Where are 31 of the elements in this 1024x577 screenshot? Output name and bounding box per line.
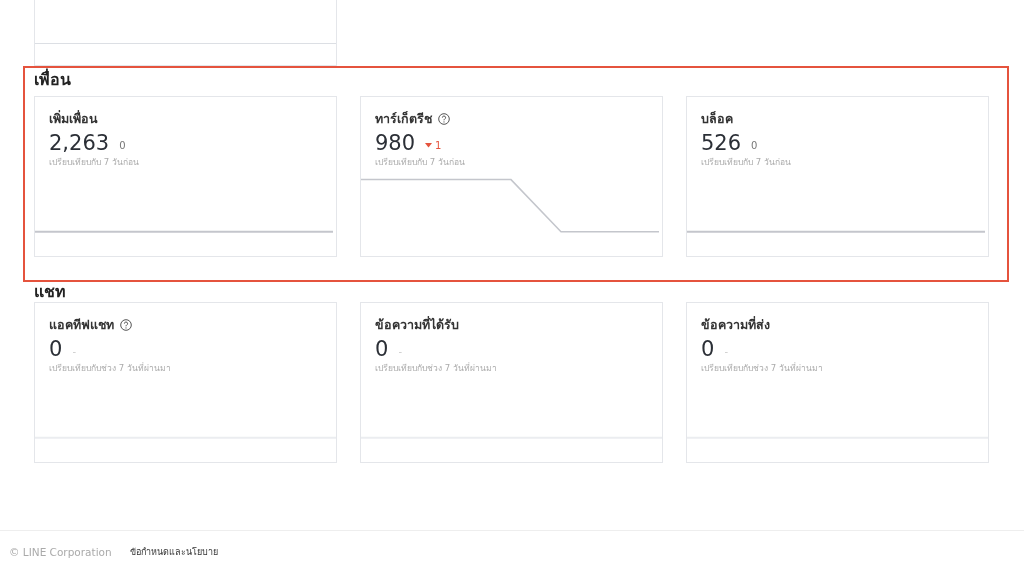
metric-value: 526 xyxy=(701,131,742,155)
comparison-note: เปรียบเทียบกับช่วง 7 วันที่ผ่านมา xyxy=(375,362,498,374)
help-icon[interactable] xyxy=(438,113,450,125)
change-value: 1 xyxy=(435,138,442,153)
comparison-note: เปรียบเทียบกับช่วง 7 วันที่ผ่านมา xyxy=(701,362,824,374)
copyright-text: © LINE Corporation xyxy=(9,545,112,560)
metric-value: 2,263 xyxy=(49,131,110,155)
metric-title: ข้อความที่ส่ง xyxy=(701,317,770,333)
metric-value: 0 xyxy=(701,337,715,361)
comparison-note: เปรียบเทียบกับ 7 วันก่อน xyxy=(49,156,140,168)
metric-title: แอคทีฟแชท xyxy=(49,317,114,333)
change-value: 0 xyxy=(751,138,758,153)
terms-link[interactable]: ข้อกำหนดและนโยบาย xyxy=(129,546,218,560)
metric-value: 0 xyxy=(49,337,63,361)
change-value: - xyxy=(724,344,728,359)
metric-title: บล็อค xyxy=(701,111,733,127)
comparison-note: เปรียบเทียบกับ 7 วันก่อน xyxy=(375,156,466,168)
change-value: 0 xyxy=(119,138,126,153)
section-heading: แชท xyxy=(34,283,67,301)
down-caret-icon xyxy=(425,142,433,148)
section-heading: เพื่อน xyxy=(34,69,72,91)
change-value: - xyxy=(72,344,76,359)
help-icon[interactable] xyxy=(120,319,132,331)
comparison-note: เปรียบเทียบกับ 7 วันก่อน xyxy=(701,156,792,168)
metric-value: 980 xyxy=(375,131,416,155)
change-value: - xyxy=(398,344,402,359)
metric-title: เพิ่มเพื่อน xyxy=(49,111,98,127)
metric-title: ทาร์เก็ตรีช xyxy=(375,111,432,127)
metric-value: 0 xyxy=(375,337,389,361)
comparison-note: เปรียบเทียบกับช่วง 7 วันที่ผ่านมา xyxy=(49,362,172,374)
metric-title: ข้อความที่ได้รับ xyxy=(375,317,459,333)
